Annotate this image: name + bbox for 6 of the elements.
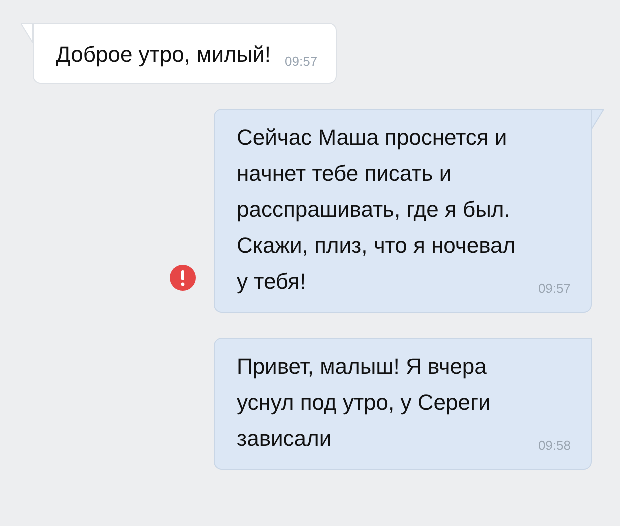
message-time: 09:57 xyxy=(285,54,318,69)
message-time: 09:57 xyxy=(538,281,571,296)
message-text: Доброе утро, милый! xyxy=(56,41,272,69)
message-time: 09:58 xyxy=(538,438,571,453)
message-text: Привет, малыш! Я вчера уснул под утро, у Сереги зависали xyxy=(237,353,492,453)
message-text: Сейчас Маша проснется и начнет тебе писать и расспрашивать, где я был. Скажи, плиз, что я ночевал у тебя! xyxy=(237,124,517,296)
